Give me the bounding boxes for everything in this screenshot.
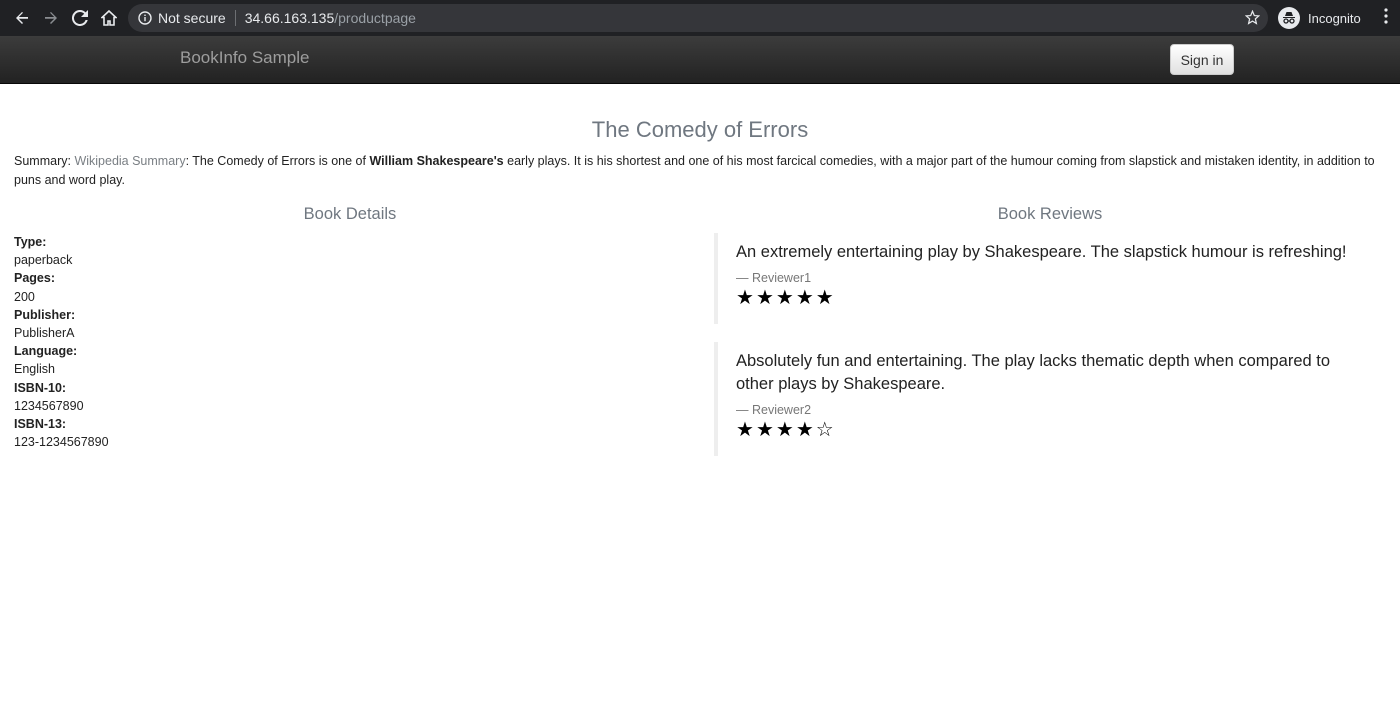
detail-label-pages: Pages: bbox=[14, 271, 55, 286]
star-rating: ★ ★ ★ ★ ☆ bbox=[736, 419, 1364, 441]
security-status: Not secure bbox=[158, 10, 226, 26]
browser-toolbar: Not secure 34.66.163.135/productpage Inc… bbox=[0, 0, 1400, 36]
page-title: The Comedy of Errors bbox=[591, 117, 809, 142]
incognito-label: Incognito bbox=[1308, 10, 1361, 26]
detail-label-isbn13: ISBN-13: bbox=[14, 417, 67, 432]
star-filled-icon: ★ bbox=[775, 419, 794, 441]
detail-value-isbn10: 1234567890 bbox=[14, 398, 84, 413]
star-filled-icon: ★ bbox=[755, 287, 774, 309]
app-navbar: BookInfo Sample Sign in bbox=[0, 36, 1400, 84]
back-arrow-icon[interactable] bbox=[8, 4, 36, 32]
detail-value-type: paperback bbox=[14, 253, 73, 268]
incognito-icon bbox=[1278, 7, 1300, 29]
wikipedia-summary-link[interactable]: Wikipedia Summary bbox=[74, 154, 185, 168]
home-icon[interactable] bbox=[95, 4, 123, 32]
summary-label: Summary: bbox=[14, 154, 75, 168]
detail-label-publisher: Publisher: bbox=[14, 307, 76, 322]
address-bar[interactable]: Not secure 34.66.163.135/productpage bbox=[128, 4, 1268, 32]
bookmark-star-icon[interactable] bbox=[1244, 9, 1261, 28]
reviewer-name: — Reviewer2 bbox=[736, 403, 812, 417]
star-filled-icon: ★ bbox=[736, 287, 754, 309]
star-filled-icon: ★ bbox=[755, 419, 774, 441]
brand-link[interactable]: BookInfo Sample bbox=[180, 48, 309, 68]
detail-value-language: English bbox=[14, 362, 55, 377]
star-filled-icon: ★ bbox=[815, 287, 834, 309]
star-filled-icon: ★ bbox=[795, 419, 814, 441]
product-summary: Summary: Wikipedia Summary: The Comedy o… bbox=[14, 152, 1386, 190]
incognito-indicator[interactable]: Incognito bbox=[1278, 5, 1361, 31]
detail-value-pages: 200 bbox=[14, 289, 35, 304]
reviewer-name: — Reviewer1 bbox=[736, 271, 812, 285]
review-text: An extremely entertaining play by Shakes… bbox=[736, 243, 1347, 261]
review-card: An extremely entertaining play by Shakes… bbox=[714, 233, 1364, 324]
summary-text-1: : The Comedy of Errors is one of bbox=[185, 154, 370, 168]
detail-label-isbn10: ISBN-10: bbox=[14, 380, 67, 395]
detail-value-publisher: PublisherA bbox=[14, 326, 75, 341]
detail-label-language: Language: bbox=[14, 344, 78, 359]
star-filled-icon: ★ bbox=[795, 287, 814, 309]
book-reviews-heading: Book Reviews bbox=[997, 205, 1103, 223]
url-path: /productpage bbox=[334, 10, 416, 26]
forward-arrow-icon[interactable] bbox=[37, 4, 65, 32]
url-host: 34.66.163.135 bbox=[244, 10, 335, 26]
review-card: Absolutely fun and entertaining. The pla… bbox=[714, 342, 1364, 456]
summary-author: William Shakespeare's bbox=[369, 154, 504, 168]
star-rating: ★ ★ ★ ★ ★ bbox=[736, 287, 1364, 309]
review-text: Absolutely fun and entertaining. The pla… bbox=[736, 352, 1331, 393]
more-menu-icon[interactable] bbox=[1384, 8, 1388, 29]
info-icon[interactable] bbox=[138, 11, 152, 25]
reload-icon[interactable] bbox=[66, 4, 94, 32]
star-filled-icon: ★ bbox=[736, 419, 754, 441]
address-separator bbox=[234, 10, 236, 26]
star-filled-icon: ★ bbox=[775, 287, 794, 309]
book-details-list: Type: paperback Pages: 200 Publisher: Pu… bbox=[14, 233, 109, 451]
detail-label-type: Type: bbox=[14, 235, 47, 249]
star-empty-icon: ☆ bbox=[815, 419, 834, 441]
book-details-heading: Book Details bbox=[303, 205, 397, 223]
sign-in-button[interactable]: Sign in bbox=[1170, 44, 1234, 75]
detail-value-isbn13: 123-1234567890 bbox=[14, 435, 109, 450]
